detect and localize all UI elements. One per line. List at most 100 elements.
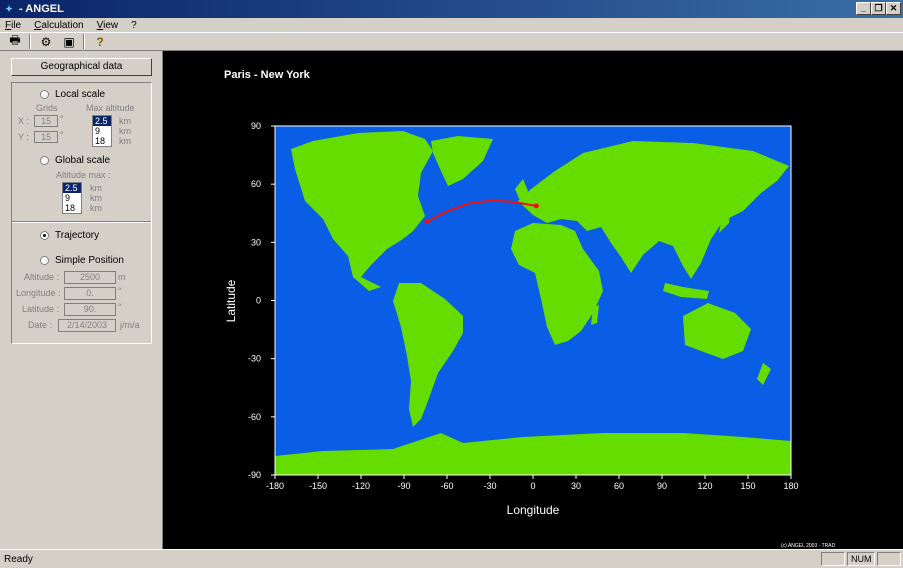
km-unit: km — [90, 193, 102, 203]
options-panel: Geographical data Local scale Grids Max … — [0, 52, 162, 548]
date-input[interactable]: 2/14/2003 — [58, 319, 116, 332]
y-tick-label: 60 — [251, 179, 261, 189]
restore-button[interactable]: ❐ — [871, 2, 886, 15]
menu-calculation[interactable]: Calculation — [34, 20, 84, 31]
window-title: - ANGEL — [19, 3, 64, 15]
status-text: Ready — [4, 553, 33, 565]
print-icon[interactable]: 🖶 — [6, 33, 24, 50]
list-item[interactable]: 9 — [93, 126, 111, 136]
list-item[interactable]: 18 — [63, 203, 81, 213]
x-tick-label: 60 — [614, 481, 624, 491]
app-icon[interactable]: ✦ — [2, 3, 16, 15]
km-unit: km — [119, 126, 131, 136]
x-tick-label: 0 — [530, 481, 535, 491]
simple-position-label: Simple Position — [55, 255, 124, 266]
list-item[interactable]: 2.5 — [63, 183, 81, 193]
date-label: Date : — [28, 320, 53, 330]
longitude-input[interactable]: 0. — [64, 287, 116, 300]
grid-x-input[interactable]: 15 — [34, 115, 58, 127]
km-unit: km — [90, 203, 102, 213]
x-tick-label: -120 — [352, 481, 370, 491]
radio-icon — [40, 256, 49, 265]
list-item[interactable]: 9 — [63, 193, 81, 203]
altitude-input[interactable]: 2500 — [64, 271, 116, 284]
altitude-label: Altitude : — [24, 272, 60, 282]
x-tick-label: -150 — [309, 481, 327, 491]
degree-unit: ° — [118, 286, 122, 296]
degree-unit: ° — [60, 114, 64, 124]
altitude-max-label: Altitude max : — [56, 170, 111, 180]
local-scale-label: Local scale — [55, 89, 106, 100]
trajectory-point — [424, 219, 430, 225]
toolbar: 🖶 ⚙ ▣ ? — [0, 32, 903, 51]
longitude-label: Longitude : — [16, 288, 61, 298]
km-unit: km — [119, 116, 131, 126]
local-scale-radio[interactable]: Local scale — [40, 89, 105, 100]
max-altitude-label: Max altitude — [86, 103, 135, 113]
trajectory-point — [533, 203, 539, 209]
latitude-label: Latitude : — [22, 304, 60, 314]
trajectory-radio[interactable]: Trajectory — [40, 230, 99, 241]
num-lock-indicator: NUM — [847, 552, 875, 566]
global-scale-label: Global scale — [55, 155, 111, 166]
display-icon[interactable]: ▣ — [60, 34, 78, 50]
x-tick-label: 90 — [657, 481, 667, 491]
menu-file[interactable]: File — [5, 20, 21, 31]
x-tick-label: 180 — [783, 481, 798, 491]
simple-position-radio[interactable]: Simple Position — [40, 255, 124, 266]
y-label: Y : — [18, 132, 29, 142]
y-tick-label: -60 — [248, 412, 261, 422]
close-button[interactable]: ✕ — [886, 2, 901, 15]
options-group: Local scale Grids Max altitude X : 15 ° … — [11, 82, 152, 344]
y-tick-label: 30 — [251, 237, 261, 247]
km-unit: km — [119, 136, 131, 146]
menu-help[interactable]: ? — [131, 20, 137, 31]
menu-bar: File Calculation View ? — [0, 18, 903, 32]
toolbar-separator — [29, 34, 31, 49]
x-label: X : — [18, 116, 30, 126]
x-tick-label: -30 — [483, 481, 496, 491]
km-unit: km — [90, 183, 102, 193]
world-map-chart[interactable]: Paris - New York -180 -150 -120 -90 -60 -30 0 3… — [163, 51, 903, 549]
grid-y-input[interactable]: 15 — [34, 131, 58, 143]
grids-label: Grids — [36, 103, 58, 113]
x-tick-label: -90 — [397, 481, 410, 491]
toolbar-separator — [83, 34, 85, 49]
meter-unit: m — [118, 272, 126, 282]
minimize-button[interactable]: _ — [856, 2, 871, 15]
status-pane — [877, 552, 901, 566]
y-tick-label: 0 — [256, 296, 261, 306]
global-altitude-list[interactable]: 2.5 9 18 — [62, 182, 82, 214]
list-item[interactable]: 2.5 — [93, 116, 111, 126]
x-tick-label: 150 — [740, 481, 755, 491]
local-altitude-list[interactable]: 2.5 9 18 — [92, 115, 112, 147]
settings-icon[interactable]: ⚙ — [37, 34, 55, 50]
status-bar: Ready NUM — [0, 549, 903, 568]
x-tick-label: 30 — [571, 481, 581, 491]
x-tick-label: -60 — [440, 481, 453, 491]
trajectory-label: Trajectory — [55, 230, 100, 241]
help-icon[interactable]: ? — [91, 34, 109, 50]
radio-icon — [40, 156, 49, 165]
global-scale-radio[interactable]: Global scale — [40, 155, 110, 166]
radio-icon — [40, 90, 49, 99]
geographical-data-button[interactable]: Geographical data — [11, 58, 152, 76]
divider — [12, 221, 151, 223]
list-item[interactable]: 18 — [93, 136, 111, 146]
x-tick-label: -180 — [266, 481, 284, 491]
status-pane — [821, 552, 845, 566]
y-tick-label: 90 — [251, 121, 261, 131]
menu-view[interactable]: View — [97, 20, 119, 31]
x-axis-label: Longitude — [507, 503, 560, 517]
date-format-label: j/m/a — [120, 320, 140, 330]
y-axis-label: Latitude — [224, 279, 238, 322]
y-tick-label: -90 — [248, 470, 261, 480]
plot-area: Paris - New York -180 -150 -120 -90 -60 -30 0 3… — [162, 51, 903, 549]
latitude-input[interactable]: 90. — [64, 303, 116, 316]
degree-unit: ° — [118, 302, 122, 312]
radio-checked-icon — [40, 231, 49, 240]
chart-title: Paris - New York — [224, 69, 311, 81]
title-bar: ✦ - ANGEL _ ❐ ✕ — [0, 0, 903, 18]
degree-unit: ° — [60, 130, 64, 140]
y-tick-label: -30 — [248, 354, 261, 364]
